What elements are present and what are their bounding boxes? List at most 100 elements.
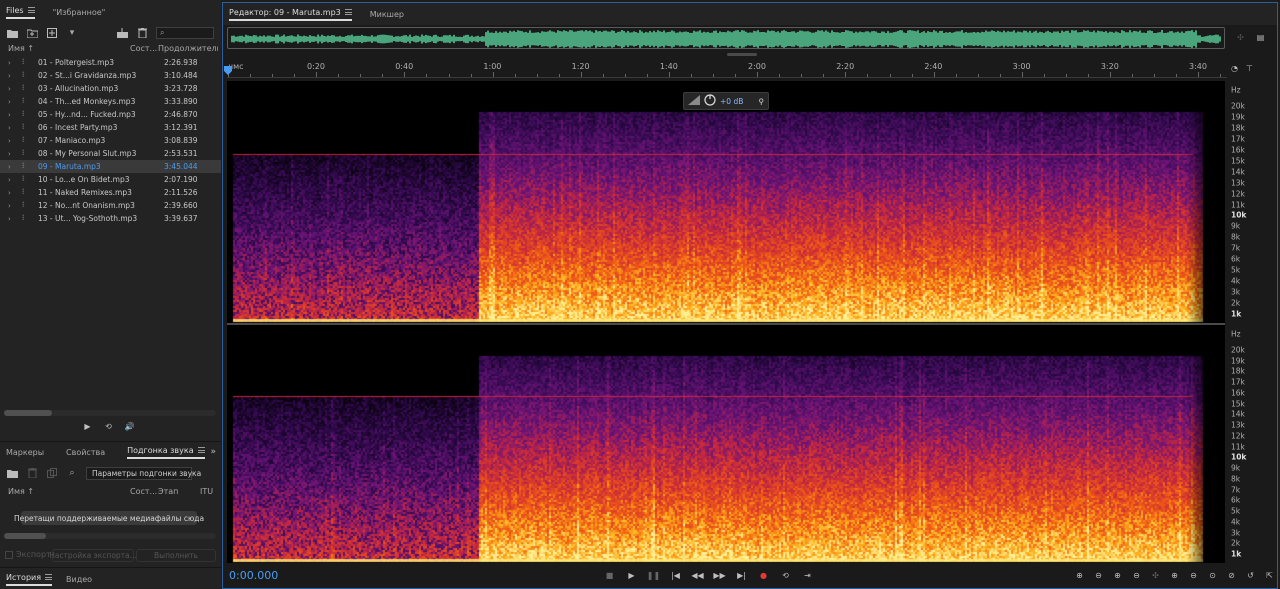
- stop-icon[interactable]: ■: [604, 570, 615, 581]
- skip-to-start-icon[interactable]: |◀: [670, 570, 681, 581]
- tab-mixer[interactable]: Микшер: [370, 10, 404, 19]
- skip-to-end-icon[interactable]: ▶|: [736, 570, 747, 581]
- column-duration[interactable]: Продолжительн...: [158, 44, 218, 53]
- expand-icon[interactable]: ›: [0, 176, 22, 184]
- expand-icon[interactable]: ›: [0, 72, 22, 80]
- overview-waveform[interactable]: [227, 27, 1225, 49]
- copy-icon[interactable]: [46, 467, 58, 479]
- tab-properties[interactable]: Свойства: [66, 448, 105, 457]
- import-icon[interactable]: [26, 27, 38, 39]
- column-state[interactable]: Сост...: [130, 487, 158, 496]
- expand-icon[interactable]: ›: [0, 111, 22, 119]
- gain-readout[interactable]: +0 dB: [720, 97, 743, 106]
- pause-icon[interactable]: ❚❚: [647, 570, 660, 581]
- timecode-display[interactable]: 0:00.000: [229, 569, 278, 582]
- pin-icon[interactable]: ⊤: [1244, 63, 1255, 74]
- zoom-reset-icon[interactable]: ↺: [1245, 570, 1256, 581]
- expand-icon[interactable]: ›: [0, 85, 22, 93]
- time-format-icon[interactable]: ◔: [1229, 63, 1240, 74]
- search-icon[interactable]: ⌕: [66, 467, 78, 479]
- file-row[interactable]: › ⫶⫶ 05 - Hy...nd... Fucked.mp3 2:46.870: [0, 108, 221, 121]
- zoom-in-time-icon[interactable]: ⊕: [1112, 570, 1123, 581]
- horizontal-zoom-bar[interactable]: [227, 53, 1225, 57]
- panel-menu-icon[interactable]: [45, 574, 53, 580]
- file-row[interactable]: › ⫶⫶ 12 - No...nt Onanism.mp3 2:39.660: [0, 199, 221, 212]
- fast-forward-icon[interactable]: ▶▶: [713, 570, 725, 581]
- zoom-in-point-icon[interactable]: ⊕: [1169, 570, 1180, 581]
- expand-icon[interactable]: ›: [0, 150, 22, 158]
- zoom-out-full-icon[interactable]: ⊘: [1226, 570, 1237, 581]
- file-row-selected[interactable]: › ⫶⫶ 09 - Maruta.mp3 3:45.044: [0, 160, 221, 173]
- column-state[interactable]: Сост...: [130, 44, 158, 53]
- expand-icon[interactable]: ›: [0, 202, 22, 210]
- pin-hud-icon[interactable]: ⚲: [759, 97, 765, 106]
- expand-icon[interactable]: ›: [0, 98, 22, 106]
- tab-history[interactable]: История: [6, 573, 53, 586]
- file-row[interactable]: › ⫶⫶ 07 - Maniaco.mp3 3:08.839: [0, 134, 221, 147]
- play-icon[interactable]: ▶: [626, 570, 637, 581]
- frequency-axis-left[interactable]: Hz 20k 19k 18k 17k 16k 15k 14k 13k 12k 11k 10k 9k 8k 7…: [1227, 81, 1253, 323]
- skip-selection-icon[interactable]: ⇥: [802, 570, 813, 581]
- drop-media-hint[interactable]: Перетащи поддерживаемые медиафайлы сюда: [14, 511, 204, 525]
- record-icon[interactable]: ●: [758, 570, 769, 581]
- panel-menu-icon[interactable]: [197, 447, 205, 453]
- file-row[interactable]: › ⫶⫶ 06 - Incest Party.mp3 3:12.391: [0, 121, 221, 134]
- tab-files[interactable]: Files: [6, 6, 35, 19]
- zoom-selection-icon[interactable]: ⊙: [1207, 570, 1218, 581]
- expand-icon[interactable]: ›: [0, 59, 22, 67]
- overview-menu-icon[interactable]: ▤: [1255, 32, 1266, 43]
- file-row[interactable]: › ⫶⫶ 02 - St...i Gravidanza.mp3 3:10.484: [0, 69, 221, 82]
- match-params-field[interactable]: Параметры подгонки звука: [86, 466, 201, 480]
- export-settings-button[interactable]: Настройка экспорта...: [49, 549, 137, 562]
- spectrogram-right-channel[interactable]: [227, 325, 1225, 563]
- file-row[interactable]: › ⫶⫶ 04 - Th...ed Monkeys.mp3 3:33.890: [0, 95, 221, 108]
- export-checkbox[interactable]: [5, 550, 13, 559]
- expand-icon[interactable]: ›: [0, 163, 22, 171]
- zoom-out-point-icon[interactable]: ⊖: [1188, 570, 1199, 581]
- expand-icon[interactable]: ›: [0, 215, 22, 223]
- zoom-hold-icon[interactable]: ⇱: [1264, 570, 1275, 581]
- file-row[interactable]: › ⫶⫶ 11 - Naked Remixes.mp3 2:11.526: [0, 186, 221, 199]
- tab-editor[interactable]: Редактор: 09 - Maruta.mp3: [229, 8, 352, 21]
- open-folder-icon[interactable]: [6, 467, 18, 479]
- new-file-icon[interactable]: [46, 27, 58, 39]
- tab-video[interactable]: Видео: [66, 575, 92, 584]
- file-row[interactable]: › ⫶⫶ 03 - Allucination.mp3 3:23.728: [0, 82, 221, 95]
- zoom-out-time-icon[interactable]: ⊖: [1131, 570, 1142, 581]
- playhead-marker[interactable]: [224, 66, 232, 75]
- match-scrollbar-thumb[interactable]: [4, 533, 46, 539]
- rewind-icon[interactable]: ◀◀: [691, 570, 703, 581]
- zoom-full-icon[interactable]: ✣: [1150, 570, 1161, 581]
- panel-menu-icon[interactable]: [27, 7, 35, 13]
- tab-match-loudness[interactable]: Подгонка звука: [127, 446, 205, 459]
- tab-markers[interactable]: Маркеры: [6, 448, 44, 457]
- file-row[interactable]: › ⫶⫶ 10 - Lo...e On Bidet.mp3 2:07.190: [0, 173, 221, 186]
- volume-knob-icon[interactable]: [704, 94, 716, 108]
- run-button[interactable]: Выполнить: [136, 549, 216, 562]
- file-row[interactable]: › ⫶⫶ 13 - Ut... Yog-Sothoth.mp3 3:39.637: [0, 212, 221, 225]
- dropdown-arrow-icon[interactable]: ▾: [66, 27, 78, 39]
- zoom-in-amplitude-icon[interactable]: ⊕: [1074, 570, 1085, 581]
- expand-icon[interactable]: ›: [0, 124, 22, 132]
- column-itu[interactable]: ITU: [200, 487, 216, 496]
- match-scrollbar[interactable]: [4, 533, 216, 539]
- files-scrollbar-thumb[interactable]: [4, 410, 52, 416]
- frequency-axis-right[interactable]: Hz 20k 19k 18k 17k 16k 15k 14k 13k 12k 11k 10k 9k 8k 7…: [1227, 325, 1253, 563]
- expand-icon[interactable]: ›: [0, 137, 22, 145]
- loop-icon[interactable]: ⟲: [103, 421, 114, 432]
- open-folder-icon[interactable]: [6, 27, 18, 39]
- trash-icon[interactable]: [136, 27, 148, 39]
- zoom-out-amplitude-icon[interactable]: ⊖: [1093, 570, 1104, 581]
- autoplay-icon[interactable]: 🔊: [124, 421, 135, 432]
- zoom-selection-icon[interactable]: ✣: [1235, 32, 1246, 43]
- expand-icon[interactable]: ›: [0, 189, 22, 197]
- column-name[interactable]: Имя ↑: [0, 44, 130, 53]
- expand-panels-icon[interactable]: »: [210, 447, 216, 457]
- file-row[interactable]: › ⫶⫶ 01 - Poltergeist.mp3 2:26.938: [0, 56, 221, 69]
- time-ruler[interactable]: чмс 0:20 0:40 1:00 1:20 1:40 2:00 2:20 2:40 3:00…: [227, 61, 1227, 78]
- column-stage[interactable]: Этап: [158, 487, 200, 496]
- file-row[interactable]: › ⫶⫶ 08 - My Personal Slut.mp3 2:53.531: [0, 147, 221, 160]
- tab-favorites[interactable]: "Избранное": [53, 8, 106, 17]
- hud-grip-icon[interactable]: [688, 95, 700, 107]
- trash-icon[interactable]: [26, 467, 38, 479]
